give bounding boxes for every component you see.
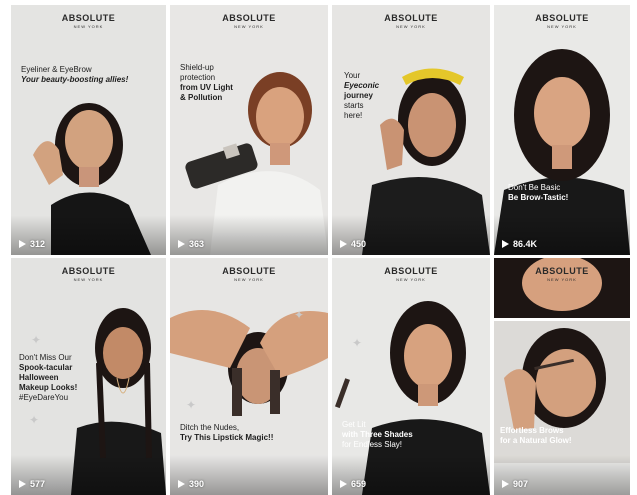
reel-caption: Get Lit with Three Shades for Endless Sl… bbox=[342, 420, 413, 449]
view-count: 577 bbox=[19, 479, 45, 489]
view-count: 450 bbox=[340, 239, 366, 249]
reel-caption: Effortless Brows for a Natural Glow! bbox=[500, 426, 572, 445]
play-icon bbox=[340, 240, 347, 248]
play-icon bbox=[502, 480, 509, 488]
brand-logo: ABSOLUTE NEW YORK bbox=[222, 13, 276, 29]
reel-tile-8[interactable]: ABSOLUTE NEW YORK Effortless Brows for a … bbox=[494, 258, 630, 495]
brand-logo: ABSOLUTE NEW YORK bbox=[61, 266, 116, 282]
brand-logo: ABSOLUTE NEW YORK bbox=[384, 266, 438, 282]
play-icon bbox=[340, 480, 347, 488]
reels-grid: ABSOLUTE NEW YORK Eyeliner & EyeBrow Your… bbox=[0, 0, 637, 495]
reel-tile-3[interactable]: ABSOLUTE NEW YORK Your Eyeconic journey s… bbox=[332, 5, 490, 255]
play-icon bbox=[178, 480, 185, 488]
play-icon bbox=[178, 240, 185, 248]
reel-caption: Shield-up protection from UV Light & Pol… bbox=[180, 63, 233, 102]
reel-caption: Ditch the Nudes, Try This Lipstick Magic… bbox=[180, 423, 274, 442]
reel-caption: Eyeliner & EyeBrow Your beauty-boosting … bbox=[21, 65, 129, 84]
sparkle-icon: ✦ bbox=[186, 398, 197, 412]
play-icon bbox=[502, 240, 509, 248]
view-count: 363 bbox=[178, 239, 204, 249]
view-count: 659 bbox=[340, 479, 366, 489]
brand-logo: ABSOLUTE NEW YORK bbox=[535, 13, 589, 29]
view-count: 312 bbox=[19, 239, 45, 249]
reel-tile-2[interactable]: ABSOLUTE NEW YORK Shield-up protection fr… bbox=[170, 5, 328, 255]
sparkle-icon: ✦ bbox=[29, 413, 40, 427]
view-count: 907 bbox=[502, 479, 528, 489]
brand-logo: ABSOLUTE NEW YORK bbox=[222, 266, 276, 282]
reel-tile-7[interactable]: ABSOLUTE NEW YORK ✦ Get Lit with Three Sh… bbox=[332, 258, 490, 495]
view-count: 86.4K bbox=[502, 239, 537, 249]
reel-caption: Don't Miss Our Spook-tacular Halloween M… bbox=[19, 353, 78, 402]
reel-tile-6[interactable]: ABSOLUTE NEW YORK ✦ ✦ Ditch the Nudes, Tr… bbox=[170, 258, 328, 495]
reel-caption: Don't Be Basic Be Brow-Tastic! bbox=[508, 183, 569, 202]
brand-logo: ABSOLUTE NEW YORK bbox=[384, 13, 438, 29]
sparkle-icon: ✦ bbox=[31, 333, 42, 347]
product-tube bbox=[185, 143, 258, 189]
play-icon bbox=[19, 240, 26, 248]
play-icon bbox=[19, 480, 26, 488]
reel-caption: Your Eyeconic journey starts here! bbox=[344, 71, 380, 120]
sparkle-icon: ✦ bbox=[294, 308, 305, 322]
brand-logo: ABSOLUTE NEW YORK bbox=[61, 13, 116, 29]
reel-tile-1[interactable]: ABSOLUTE NEW YORK Eyeliner & EyeBrow Your… bbox=[11, 5, 166, 255]
sparkle-icon: ✦ bbox=[352, 336, 363, 350]
brand-logo: ABSOLUTE NEW YORK bbox=[535, 266, 589, 282]
reel-tile-4[interactable]: ABSOLUTE NEW YORK Don't Be Basic Be Brow-… bbox=[494, 5, 630, 255]
view-count: 390 bbox=[178, 479, 204, 489]
reel-tile-5[interactable]: ABSOLUTE NEW YORK ✦ ✦ Don't Miss Our Spoo… bbox=[11, 258, 166, 495]
